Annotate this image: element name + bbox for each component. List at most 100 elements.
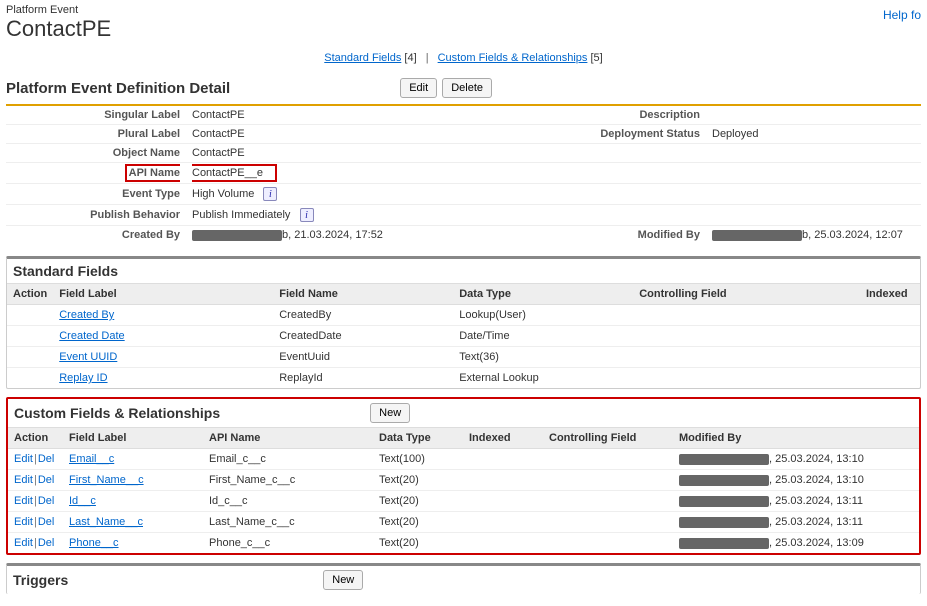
detail-section-title: Platform Event Definition Detail (6, 80, 230, 97)
cust-data-type: Text(100) (373, 449, 463, 470)
lbl-event-type: Event Type (6, 184, 186, 205)
col-data-type: Data Type (453, 284, 633, 305)
edit-link[interactable]: Edit (14, 537, 33, 549)
std-data-type: Lookup(User) (453, 305, 633, 326)
std-data-type: External Lookup (453, 368, 633, 389)
std-field-link[interactable]: Created Date (59, 330, 124, 342)
col-indexed: Indexed (463, 428, 543, 449)
col-field-name: Field Name (273, 284, 453, 305)
lbl-modified-by: Modified By (526, 226, 706, 245)
cust-field-link[interactable]: First_Name__c (69, 474, 144, 486)
del-link[interactable]: Del (38, 537, 55, 549)
info-icon[interactable]: i (263, 187, 277, 201)
cust-modified-by: , 25.03.2024, 13:10 (673, 449, 919, 470)
redacted-user (712, 230, 802, 241)
info-icon[interactable]: i (300, 208, 314, 222)
cust-field-link[interactable]: Email__c (69, 453, 114, 465)
lbl-plural: Plural Label (6, 125, 186, 144)
edit-link[interactable]: Edit (14, 453, 33, 465)
cust-data-type: Text(20) (373, 512, 463, 533)
std-field-link[interactable]: Created By (59, 309, 114, 321)
lbl-api-name: API Name (125, 164, 180, 182)
del-link[interactable]: Del (38, 495, 55, 507)
page-type-label: Platform Event (6, 4, 111, 16)
new-trigger-button[interactable]: New (323, 570, 363, 590)
table-row: Replay ID ReplayIdExternal Lookup (7, 368, 920, 389)
std-field-name: CreatedBy (273, 305, 453, 326)
detail-table: Singular Label ContactPE Description Plu… (6, 104, 921, 244)
table-row: Created By CreatedByLookup(User) (7, 305, 920, 326)
redacted-user (192, 230, 282, 241)
custom-fields-title: Custom Fields & Relationships (14, 405, 220, 421)
table-row: Edit|DelId__cId_c__cText(20), 25.03.2024… (8, 491, 919, 512)
val-singular: ContactPE (186, 105, 526, 125)
edit-link[interactable]: Edit (14, 474, 33, 486)
anchor-standard-count: [4] (404, 52, 416, 64)
std-field-name: CreatedDate (273, 326, 453, 347)
delete-button[interactable]: Delete (442, 78, 492, 98)
val-modified-by-suffix: b, 25.03.2024, 12:07 (802, 229, 903, 241)
col-data-type: Data Type (373, 428, 463, 449)
col-controlling-field: Controlling Field (633, 284, 860, 305)
cust-api-name: Last_Name_c__c (203, 512, 373, 533)
del-link[interactable]: Del (38, 453, 55, 465)
table-row: Created Date CreatedDateDate/Time (7, 326, 920, 347)
table-row: Event UUIDEventUuidText(36) (7, 347, 920, 368)
val-created-by-suffix: b, 21.03.2024, 17:52 (282, 229, 383, 241)
std-field-link[interactable]: Replay ID (59, 372, 107, 384)
del-link[interactable]: Del (38, 474, 55, 486)
lbl-created-by: Created By (6, 226, 186, 245)
anchor-custom-fields[interactable]: Custom Fields & Relationships (438, 52, 588, 64)
del-link[interactable]: Del (38, 516, 55, 528)
cust-modified-by: , 25.03.2024, 13:11 (673, 512, 919, 533)
separator: | (426, 52, 429, 64)
cust-modified-by: , 25.03.2024, 13:09 (673, 533, 919, 554)
col-field-label: Field Label (53, 284, 273, 305)
col-modified-by: Modified By (673, 428, 919, 449)
val-publish-behavior: Publish Immediately (192, 209, 290, 221)
lbl-description: Description (526, 105, 706, 125)
col-field-label: Field Label (63, 428, 203, 449)
help-link[interactable]: Help fo (883, 4, 921, 22)
val-event-type: High Volume (192, 188, 254, 200)
cust-api-name: Id_c__c (203, 491, 373, 512)
val-api-name: ContactPE__e (192, 164, 277, 182)
standard-fields-title: Standard Fields (13, 263, 118, 279)
val-description (706, 105, 921, 125)
new-custom-field-button[interactable]: New (370, 403, 410, 423)
cust-data-type: Text(20) (373, 491, 463, 512)
anchor-standard-fields[interactable]: Standard Fields (324, 52, 401, 64)
col-controlling-field: Controlling Field (543, 428, 673, 449)
lbl-publish-behavior: Publish Behavior (6, 205, 186, 226)
edit-link[interactable]: Edit (14, 495, 33, 507)
edit-link[interactable]: Edit (14, 516, 33, 528)
cust-field-link[interactable]: Phone__c (69, 537, 119, 549)
table-row: Edit|DelLast_Name__cLast_Name_c__cText(2… (8, 512, 919, 533)
std-field-link[interactable]: Event UUID (59, 351, 117, 363)
edit-button[interactable]: Edit (400, 78, 437, 98)
col-indexed: Indexed (860, 284, 920, 305)
std-data-type: Date/Time (453, 326, 633, 347)
lbl-deploy-status: Deployment Status (526, 125, 706, 144)
cust-api-name: First_Name_c__c (203, 470, 373, 491)
cust-modified-by: , 25.03.2024, 13:11 (673, 491, 919, 512)
anchor-custom-count: [5] (590, 52, 602, 64)
lbl-object-name: Object Name (6, 144, 186, 163)
cust-api-name: Email_c__c (203, 449, 373, 470)
cust-field-link[interactable]: Last_Name__c (69, 516, 143, 528)
val-deploy-status: Deployed (706, 125, 921, 144)
triggers-section: Triggers New (6, 563, 921, 594)
custom-fields-section: Custom Fields & Relationships New Action… (6, 397, 921, 555)
std-field-name: ReplayId (273, 368, 453, 389)
page-title: ContactPE (6, 16, 111, 44)
triggers-title: Triggers (13, 572, 68, 588)
col-action: Action (8, 428, 63, 449)
table-row: Edit|DelFirst_Name__cFirst_Name_c__cText… (8, 470, 919, 491)
table-row: Edit|DelEmail__cEmail_c__cText(100), 25.… (8, 449, 919, 470)
standard-fields-section: Standard Fields Action Field Label Field… (6, 256, 921, 389)
val-plural: ContactPE (186, 125, 526, 144)
std-data-type: Text(36) (453, 347, 633, 368)
cust-field-link[interactable]: Id__c (69, 495, 96, 507)
cust-data-type: Text(20) (373, 470, 463, 491)
val-object-name: ContactPE (186, 144, 526, 163)
